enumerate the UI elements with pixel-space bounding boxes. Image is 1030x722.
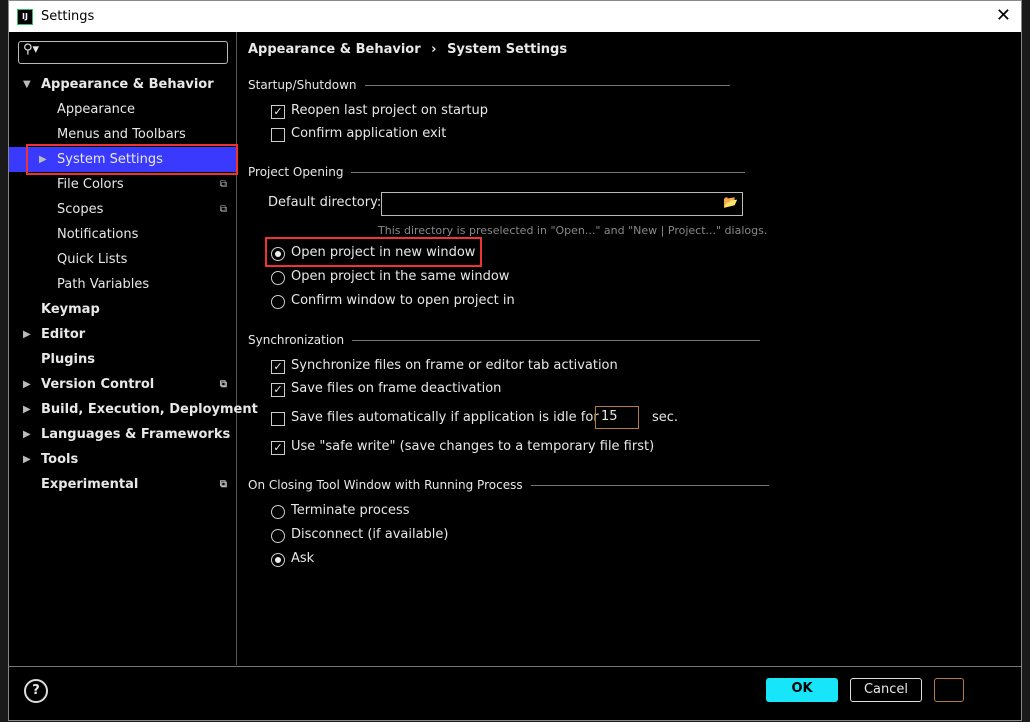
collapsed-arrow-icon[interactable]: ▶ xyxy=(23,447,31,472)
breadcrumb: Appearance & Behavior › System Settings xyxy=(248,42,567,57)
apply-button[interactable] xyxy=(934,678,964,702)
section-title: Startup/Shutdown xyxy=(248,78,357,92)
tree-item[interactable]: Quick Lists xyxy=(9,247,237,272)
radio-same-window[interactable] xyxy=(271,271,285,285)
radio-disconnect-label: Disconnect (if available) xyxy=(291,527,449,542)
save-deactivation-label: Save files on frame deactivation xyxy=(291,381,502,396)
help-button[interactable]: ? xyxy=(24,679,48,703)
default-directory-input[interactable]: 📂 xyxy=(381,192,743,216)
project-scope-icon: ⧉ xyxy=(219,179,227,190)
project-scope-icon: ⧉ xyxy=(219,204,227,215)
radio-disconnect[interactable] xyxy=(271,529,285,543)
sync-frame-label: Synchronize files on frame or editor tab… xyxy=(291,358,618,373)
radio-terminate-label: Terminate process xyxy=(291,503,410,518)
collapsed-arrow-icon[interactable]: ▶ xyxy=(23,397,31,422)
cancel-button[interactable]: Cancel xyxy=(850,678,922,702)
search-input[interactable]: ⚲▾ xyxy=(18,41,228,64)
tree-item[interactable]: ▶ Version Control ⧉ xyxy=(9,372,237,397)
tree-item-label: File Colors xyxy=(57,177,124,192)
confirm-exit-label: Confirm application exit xyxy=(291,126,447,141)
tree-item-label: Path Variables xyxy=(57,277,150,292)
tree-item-label: Appearance & Behavior xyxy=(41,77,214,92)
ok-button[interactable]: OK xyxy=(766,678,838,702)
tree-item[interactable]: ▶ Build, Execution, Deployment xyxy=(9,397,258,422)
tree-item-label: Version Control xyxy=(41,377,155,392)
tree-item-label: Quick Lists xyxy=(57,252,128,267)
breadcrumb-separator: › xyxy=(431,42,437,57)
tree-item-label: Build, Execution, Deployment xyxy=(41,402,258,417)
radio-confirm-window[interactable] xyxy=(271,295,285,309)
breadcrumb-current: System Settings xyxy=(447,42,568,57)
directory-hint: This directory is preselected in "Open..… xyxy=(378,224,768,237)
tree-item-label: Tools xyxy=(41,452,79,467)
idle-seconds-input[interactable]: 15 xyxy=(595,406,639,429)
save-idle-checkbox[interactable] xyxy=(271,412,285,426)
tree-item[interactable]: ▶ Tools xyxy=(9,447,237,472)
reopen-checkbox[interactable]: ✓ xyxy=(271,105,285,119)
default-directory-label: Default directory: xyxy=(268,195,382,210)
tree-item[interactable]: ▶ Editor xyxy=(9,322,237,347)
tree-item-label: Editor xyxy=(41,327,86,342)
collapsed-arrow-icon[interactable]: ▶ xyxy=(23,422,31,447)
section-closing: On Closing Tool Window with Running Proc… xyxy=(248,478,769,492)
settings-tree: ⚲▾ ▼ Appearance & Behavior Appearance Menus… xyxy=(9,32,258,665)
save-idle-label: Save files automatically if application … xyxy=(291,410,599,425)
radio-confirm-window-label: Confirm window to open project in xyxy=(291,293,515,308)
tree-item[interactable]: ▼ Appearance & Behavior xyxy=(9,72,237,97)
section-title: Synchronization xyxy=(248,333,345,347)
reopen-label: Reopen last project on startup xyxy=(291,103,488,118)
tree-item[interactable]: Experimental ⧉ xyxy=(9,472,237,497)
tree-item[interactable]: Notifications xyxy=(9,222,237,247)
tree-item-label: Notifications xyxy=(57,227,139,242)
tree-item[interactable]: File Colors ⧉ xyxy=(9,172,237,197)
settings-dialog: IJ Settings ✕ ⚲▾ ▼ Appearance & Behavior A… xyxy=(8,0,1022,721)
title-bar: IJ Settings ✕ xyxy=(9,1,1021,32)
highlight-box xyxy=(26,144,238,175)
collapsed-arrow-icon[interactable]: ▶ xyxy=(23,322,31,347)
system-settings-panel: Appearance & Behavior › System Settings … xyxy=(238,32,1021,665)
confirm-exit-checkbox[interactable] xyxy=(271,128,285,142)
section-synchronization: Synchronization xyxy=(248,333,761,347)
safe-write-label: Use "safe write" (save changes to a temp… xyxy=(291,439,655,454)
sync-frame-checkbox[interactable]: ✓ xyxy=(271,360,285,374)
tree-item[interactable]: Plugins xyxy=(9,347,237,372)
section-project-opening: Project Opening xyxy=(248,165,746,179)
radio-terminate[interactable] xyxy=(271,505,285,519)
tree-item[interactable]: Appearance xyxy=(9,97,237,122)
section-startup: Startup/Shutdown xyxy=(248,78,730,92)
tree-item[interactable]: ▶ Languages & Frameworks xyxy=(9,422,237,447)
tree-item[interactable]: Keymap xyxy=(9,297,237,322)
breadcrumb-parent[interactable]: Appearance & Behavior xyxy=(248,42,421,57)
tree-item-label: Experimental xyxy=(41,477,139,492)
radio-same-window-label: Open project in the same window xyxy=(291,269,510,284)
app-logo: IJ xyxy=(17,8,33,25)
safe-write-checkbox[interactable]: ✓ xyxy=(271,441,285,455)
project-scope-icon: ⧉ xyxy=(219,479,227,490)
tree-item-label: Appearance xyxy=(57,102,136,117)
idle-seconds-value: 15 xyxy=(601,409,618,424)
idle-unit-label: sec. xyxy=(652,410,679,425)
search-icon: ⚲▾ xyxy=(23,42,40,57)
collapsed-arrow-icon[interactable]: ▶ xyxy=(23,372,31,397)
tree-item[interactable]: Path Variables xyxy=(9,272,237,297)
dialog-footer: ? OK Cancel xyxy=(9,666,1021,722)
close-icon[interactable]: ✕ xyxy=(996,5,1011,26)
tree-item[interactable]: Scopes ⧉ xyxy=(9,197,237,222)
highlight-box xyxy=(265,237,482,267)
tree-item-label: Plugins xyxy=(41,352,95,367)
tree-item-label: Scopes xyxy=(57,202,104,217)
window-title: Settings xyxy=(41,9,95,24)
tree-item-label: Languages & Frameworks xyxy=(41,427,231,442)
folder-icon[interactable]: 📂 xyxy=(723,195,738,209)
project-scope-icon: ⧉ xyxy=(219,379,227,390)
save-deactivation-checkbox[interactable]: ✓ xyxy=(271,383,285,397)
section-title: On Closing Tool Window with Running Proc… xyxy=(248,478,523,492)
tree-item-label: Keymap xyxy=(41,302,100,317)
expanded-arrow-icon[interactable]: ▼ xyxy=(23,72,31,97)
radio-ask[interactable] xyxy=(271,553,285,567)
section-title: Project Opening xyxy=(248,165,344,179)
radio-ask-label: Ask xyxy=(291,551,315,566)
